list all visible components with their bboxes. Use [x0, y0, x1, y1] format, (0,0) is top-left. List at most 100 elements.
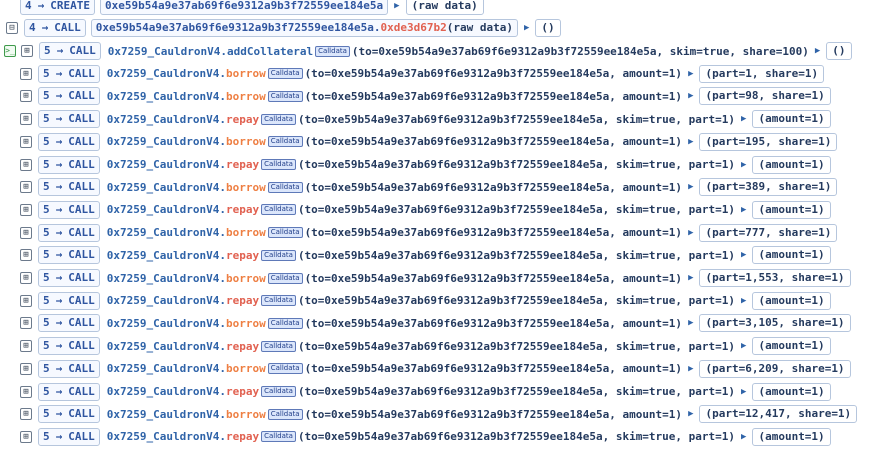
expand-icon[interactable]: ⊞	[20, 113, 32, 126]
function-name[interactable]: repay	[226, 113, 259, 126]
expand-arrow-icon[interactable]: ▶	[741, 341, 746, 351]
expand-icon[interactable]: ⊞	[20, 294, 32, 307]
calldata-badge[interactable]: Calldata	[261, 113, 296, 125]
result-output[interactable]: (part=1,553, share=1)	[699, 269, 851, 287]
expand-arrow-icon[interactable]: ▶	[741, 296, 746, 306]
raw-data-button[interactable]: (raw data)	[405, 0, 484, 15]
result-output[interactable]: ()	[826, 42, 852, 60]
function-name[interactable]: addCollateral	[227, 45, 313, 58]
function-name[interactable]: repay	[226, 203, 259, 216]
function-name[interactable]: repay	[226, 158, 259, 171]
contract-name[interactable]: 0x7259_CauldronV4	[107, 226, 220, 239]
function-name[interactable]: borrow	[226, 90, 266, 103]
expand-arrow-icon[interactable]: ▶	[688, 182, 693, 192]
calldata-badge[interactable]: Calldata	[315, 45, 350, 57]
calldata-badge[interactable]: Calldata	[267, 272, 303, 284]
trace-row-borrow[interactable]: ⊞ 5 → CALL 0x7259_CauldronV4. borrow Calldata(…	[20, 222, 838, 244]
contract-name[interactable]: 0x7259_CauldronV4	[107, 430, 220, 443]
trace-row-addCollateral[interactable]: >_ ⊞ 5 → CALL 0x7259_CauldronV4. addCollateral…	[4, 40, 852, 62]
expand-arrow-icon[interactable]: ▶	[741, 250, 746, 260]
contract-name[interactable]: 0x7259_CauldronV4	[107, 385, 220, 398]
result-output[interactable]: (amount=1)	[752, 246, 831, 265]
trace-row-create[interactable]: 4 → CREATE 0xe59b54a9e37ab69f6e9312a9b3f…	[20, 0, 484, 17]
calldata-badge[interactable]: Calldata	[261, 295, 296, 307]
function-name[interactable]: repay	[226, 430, 259, 443]
expand-arrow-icon[interactable]: ▶	[741, 387, 746, 397]
expand-icon[interactable]: ⊞	[20, 408, 32, 421]
trace-row-repay[interactable]: ⊞ 5 → CALL 0x7259_CauldronV4. repay Calldata (t…	[20, 290, 831, 312]
expand-icon[interactable]: ⊞	[20, 203, 32, 216]
trace-row-repay[interactable]: ⊞ 5 → CALL 0x7259_CauldronV4. repay Calldata (t…	[20, 154, 831, 176]
contract-name[interactable]: 0x7259_CauldronV4	[107, 408, 220, 421]
trace-row-borrow[interactable]: ⊞ 5 → CALL 0x7259_CauldronV4. borrow Calldata(…	[20, 312, 851, 334]
result-output[interactable]: (amount=1)	[752, 291, 831, 310]
expand-icon[interactable]: ⊞	[20, 226, 32, 239]
function-selector[interactable]: 0xde3d67b2	[381, 21, 447, 34]
trace-row-borrow[interactable]: ⊞ 5 → CALL 0x7259_CauldronV4. borrow Calldata(…	[20, 85, 831, 107]
result-output[interactable]: (part=389, share=1)	[699, 178, 838, 197]
function-name[interactable]: repay	[226, 340, 259, 353]
trace-row-repay[interactable]: ⊞ 5 → CALL 0x7259_CauldronV4. repay Calldata (t…	[20, 199, 831, 221]
expand-arrow-icon[interactable]: ▶	[688, 91, 693, 101]
contract-name[interactable]: 0x7259_CauldronV4	[107, 135, 220, 148]
expand-arrow-icon[interactable]: ▶	[741, 114, 746, 124]
call-target[interactable]: 0xe59b54a9e37ab69f6e9312a9b3f72559ee184e…	[90, 19, 518, 37]
result-output[interactable]: (part=6,209, share=1)	[699, 359, 851, 378]
expand-arrow-icon[interactable]: ▶	[688, 228, 693, 238]
trace-row-repay[interactable]: ⊞ 5 → CALL 0x7259_CauldronV4. repay Calldata (t…	[20, 244, 831, 266]
expand-icon[interactable]: ⊞	[20, 158, 32, 171]
function-name[interactable]: borrow	[226, 408, 266, 421]
contract-name[interactable]: 0x7259_CauldronV4	[107, 181, 220, 194]
result-output[interactable]: (part=98, share=1)	[699, 87, 831, 106]
contract-name[interactable]: 0x7259_CauldronV4	[107, 317, 220, 330]
result-output[interactable]: (amount=1)	[752, 382, 831, 401]
result-output[interactable]: (amount=1)	[752, 427, 831, 446]
expand-icon[interactable]: ⊞	[20, 249, 32, 262]
expand-arrow-icon[interactable]: ▶	[688, 409, 693, 419]
contract-name[interactable]: 0x7259_CauldronV4	[107, 340, 220, 353]
result-output[interactable]: (amount=1)	[752, 110, 831, 129]
expand-icon[interactable]: ⊞	[20, 135, 32, 148]
calldata-badge[interactable]: Calldata	[261, 340, 296, 352]
expand-arrow-icon[interactable]: ▶	[688, 137, 693, 147]
trace-row-borrow[interactable]: ⊞ 5 → CALL 0x7259_CauldronV4. borrow Calldata(…	[20, 403, 858, 425]
expand-icon[interactable]: ⊞	[20, 430, 32, 443]
expand-icon[interactable]: ⊞	[20, 90, 32, 103]
trace-row-borrow[interactable]: ⊞ 5 → CALL 0x7259_CauldronV4. borrow Calldata(…	[20, 358, 851, 380]
result-output[interactable]: (part=3,105, share=1)	[699, 314, 851, 333]
contract-name[interactable]: 0x7259_CauldronV4	[107, 294, 220, 307]
result-output[interactable]: (part=195, share=1)	[699, 132, 838, 151]
calldata-badge[interactable]: Calldata	[267, 227, 303, 239]
contract-name[interactable]: 0x7259_CauldronV4	[107, 158, 220, 171]
calldata-badge[interactable]: Calldata	[267, 181, 303, 193]
contract-name[interactable]: 0x7259_CauldronV4	[107, 249, 220, 262]
function-name[interactable]: borrow	[226, 362, 266, 375]
result-output[interactable]: (amount=1)	[752, 337, 831, 356]
expand-icon[interactable]: ⊞	[20, 385, 32, 398]
contract-name[interactable]: 0x7259_CauldronV4	[107, 203, 220, 216]
expand-arrow-icon[interactable]: ▶	[524, 23, 529, 33]
calldata-badge[interactable]: Calldata	[261, 204, 296, 216]
result-output[interactable]: (amount=1)	[752, 155, 831, 174]
expand-arrow-icon[interactable]: ▶	[688, 318, 693, 328]
trace-row-repay[interactable]: ⊞ 5 → CALL 0x7259_CauldronV4. repay Calldata (t…	[20, 426, 831, 448]
expand-arrow-icon[interactable]: ▶	[741, 432, 746, 442]
target-address[interactable]: 0xe59b54a9e37ab69f6e9312a9b3f72559ee184e…	[96, 21, 374, 34]
expand-icon[interactable]: ⊞	[20, 317, 32, 330]
result-output[interactable]: (part=1, share=1)	[699, 64, 825, 83]
contract-name[interactable]: 0x7259_CauldronV4	[107, 67, 220, 80]
function-name[interactable]: repay	[226, 385, 259, 398]
trace-row-borrow[interactable]: ⊞ 5 → CALL 0x7259_CauldronV4. borrow Calldata(…	[20, 267, 851, 289]
result-output[interactable]: (amount=1)	[752, 200, 831, 219]
expand-arrow-icon[interactable]: ▶	[815, 46, 820, 56]
expand-icon[interactable]: ⊞	[20, 181, 32, 194]
expand-icon[interactable]: ⊞	[20, 362, 32, 375]
calldata-badge[interactable]: Calldata	[267, 363, 303, 375]
calldata-badge[interactable]: Calldata	[267, 68, 303, 80]
function-name[interactable]: repay	[226, 249, 259, 262]
expand-arrow-icon[interactable]: ▶	[741, 160, 746, 170]
result-output[interactable]: (part=12,417, share=1)	[699, 405, 858, 424]
calldata-badge[interactable]: Calldata	[267, 317, 303, 329]
function-name[interactable]: borrow	[226, 226, 266, 239]
trace-row-borrow[interactable]: ⊞ 5 → CALL 0x7259_CauldronV4. borrow Calldata(…	[20, 176, 838, 198]
